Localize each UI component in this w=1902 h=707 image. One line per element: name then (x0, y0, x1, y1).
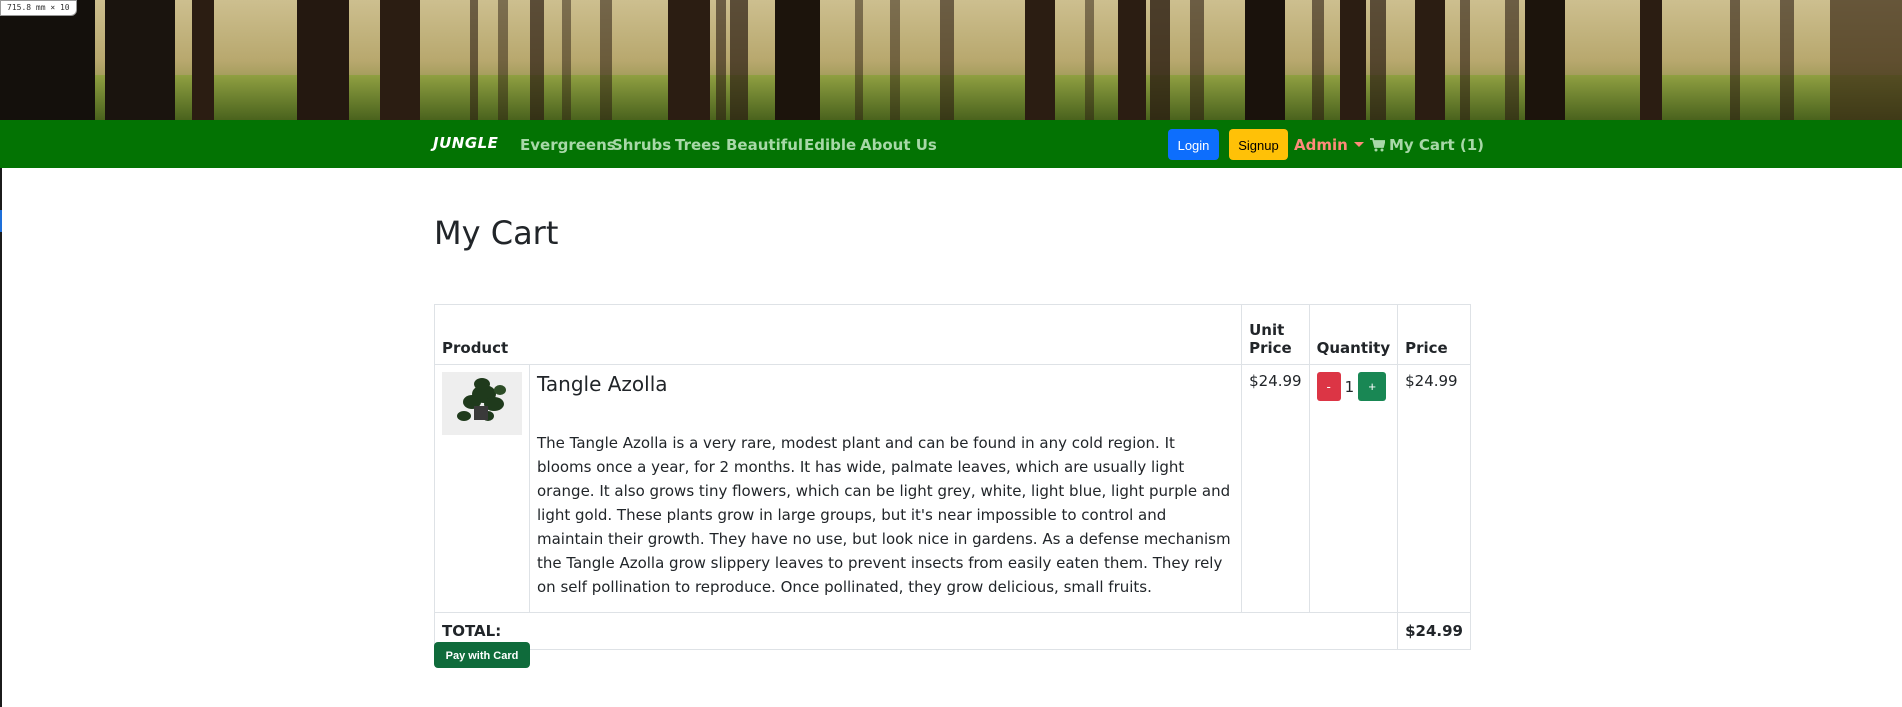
my-cart-label: My Cart (1) (1389, 136, 1484, 154)
nav-link-trees[interactable]: Trees (675, 136, 720, 154)
header-unit-price: Unit Price (1241, 304, 1310, 365)
header-quantity: Quantity (1308, 304, 1399, 365)
product-name: Tangle Azolla (537, 372, 668, 396)
admin-dropdown[interactable]: Admin (1294, 136, 1364, 154)
header-price: Price (1397, 304, 1471, 365)
total-value: $24.99 (1397, 612, 1471, 650)
signup-button[interactable]: Signup (1229, 129, 1288, 160)
measure-badge: 715.8 mm × 10 (0, 0, 77, 16)
plant-photo (442, 372, 522, 435)
unit-price-cell: $24.99 (1241, 364, 1310, 613)
nav-link-about-us[interactable]: About Us (860, 136, 937, 154)
brand-logo[interactable]: JUNGLE (433, 134, 498, 152)
nav-link-evergreens[interactable]: Evergreens (520, 136, 616, 154)
page-title: My Cart (434, 214, 559, 252)
total-label: TOTAL: (433, 612, 1399, 650)
navbar (0, 120, 1902, 168)
my-cart-link[interactable]: My Cart (1) (1370, 136, 1484, 154)
total-row: TOTAL: $24.99 (433, 612, 1471, 650)
caret-down-icon (1353, 142, 1364, 147)
forest-image (0, 0, 1902, 121)
quantity-value: 1 (1344, 377, 1355, 396)
product-image-cell (434, 364, 530, 613)
cart-table: Product Unit Price Quantity Price Tangle… (433, 304, 1471, 650)
hero-banner (0, 0, 1902, 121)
header-product: Product (433, 304, 1243, 365)
product-description: The Tangle Azolla is a very rare, modest… (537, 434, 1231, 596)
cart-icon (1370, 138, 1386, 152)
table-header-row: Product Unit Price Quantity Price (433, 304, 1471, 365)
table-row: Tangle Azolla The Tangle Azolla is a ver… (434, 364, 1471, 613)
nav-link-beautiful[interactable]: Beautiful (726, 136, 803, 154)
quantity-cell: - 1 + (1308, 364, 1399, 613)
left-edge-marker (0, 210, 2, 232)
pay-with-card-button[interactable]: Pay with Card (434, 642, 530, 668)
nav-link-shrubs[interactable]: Shrubs (612, 136, 671, 154)
nav-link-edible[interactable]: Edible (804, 136, 856, 154)
login-button[interactable]: Login (1168, 129, 1219, 160)
quantity-stepper: - 1 + (1316, 372, 1391, 401)
admin-label: Admin (1294, 136, 1348, 154)
product-thumbnail (442, 372, 522, 435)
price-cell: $24.99 (1397, 364, 1471, 613)
decrement-button[interactable]: - (1316, 372, 1341, 401)
product-info-cell: Tangle Azolla The Tangle Azolla is a ver… (528, 364, 1243, 613)
increment-button[interactable]: + (1358, 372, 1387, 401)
